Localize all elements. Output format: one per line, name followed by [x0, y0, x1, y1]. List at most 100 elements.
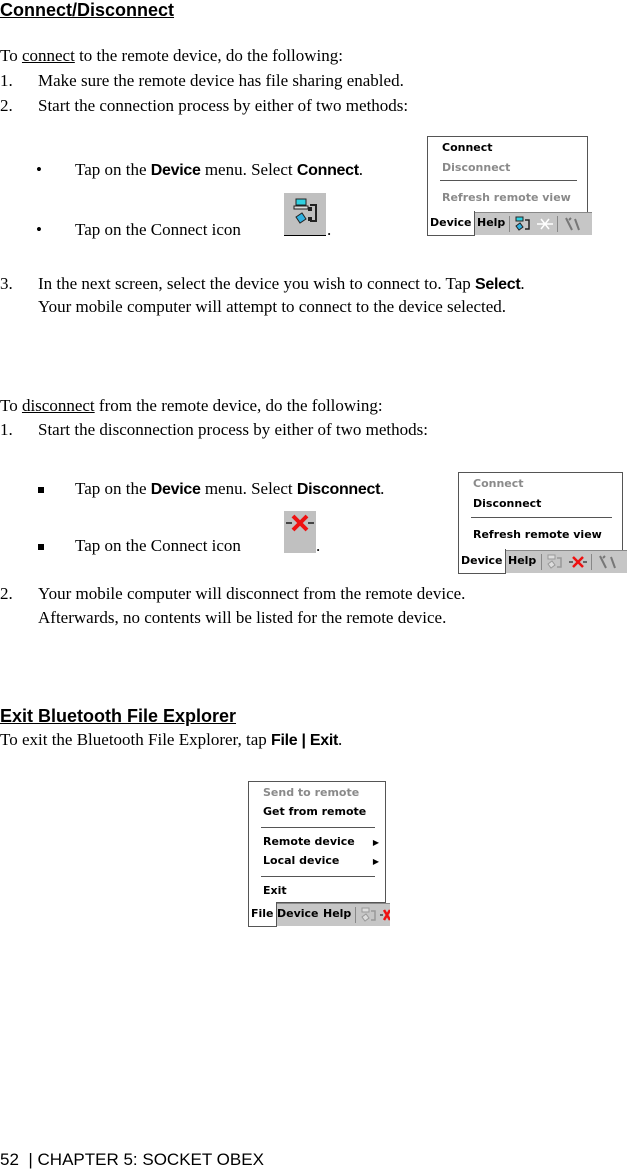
step-text: Start the disconnection process by eithe… — [38, 420, 428, 439]
step-text: Afterwards, no contents will be listed f… — [38, 608, 447, 627]
menu-separator — [471, 517, 612, 518]
intro-prefix: To — [0, 396, 22, 415]
tab-device[interactable]: Device — [427, 211, 475, 236]
disconnect-toolbar-icon[interactable] — [536, 216, 554, 235]
tab-help[interactable]: Help — [506, 551, 538, 573]
tab-help[interactable]: Help — [475, 213, 507, 235]
device-menu-ref: Device — [150, 162, 201, 179]
exit-post: . — [338, 730, 343, 749]
file-menu: Send to remote Get from remote Remote de… — [248, 781, 386, 903]
step-text: Make sure the remote device has file sha… — [38, 71, 404, 90]
menu-separator — [261, 876, 375, 877]
menu-item-get-from-remote[interactable]: Get from remote — [263, 805, 366, 818]
tab-file[interactable]: File — [248, 902, 277, 927]
menu-item-connect[interactable]: Connect — [442, 141, 493, 154]
bullet-text: Tap on the Device menu. Select Connect. — [75, 160, 363, 180]
command-bar: File Device Help — [248, 902, 392, 927]
menu-item-send-to-remote[interactable]: Send to remote — [263, 786, 359, 799]
menu-item-exit[interactable]: Exit — [263, 884, 287, 897]
connect-icon — [284, 193, 326, 236]
bullet-text: Tap on the Device menu. Select Disconnec… — [75, 479, 384, 499]
menu-separator — [440, 180, 577, 181]
bullet-pre: Tap on the — [75, 160, 151, 179]
file-exit-ref: File | Exit — [271, 732, 339, 749]
tab-device[interactable]: Device — [458, 549, 506, 574]
bullet-pre: Tap on the Connect icon — [75, 220, 241, 239]
device-menu: Connect Disconnect Refresh remote view — [427, 136, 588, 213]
disconnect-toolbar-icon[interactable] — [568, 554, 588, 573]
menu-item-connect[interactable]: Connect — [473, 477, 524, 490]
connect-term: connect — [21, 46, 75, 65]
toolbar-separator — [355, 907, 356, 923]
device-menu-screenshot-disconnect: Connect Disconnect Refresh remote view D… — [458, 467, 627, 574]
intro-suffix: from the remote device, do the following… — [94, 396, 383, 415]
menu-item-refresh-remote-view[interactable]: Refresh remote view — [473, 528, 602, 541]
command-bar: Device Help — [458, 549, 627, 574]
step-number: 3. — [0, 274, 13, 293]
device-menu-screenshot-connect: Connect Disconnect Refresh remote view D… — [427, 131, 592, 236]
exit-text: To exit the Bluetooth File Explorer, tap — [0, 730, 272, 749]
step-text: In the next screen, select the device yo… — [38, 274, 525, 294]
step-number: 2. — [0, 96, 13, 115]
bullet-post: . — [316, 536, 321, 555]
select-ref: Select — [475, 276, 521, 293]
disconnect-toolbar-icon[interactable] — [380, 907, 392, 926]
toolbar-separator — [541, 554, 542, 570]
menu-item-disconnect[interactable]: Disconnect — [473, 497, 541, 510]
connect-intro: To connect to the remote device, do the … — [0, 46, 343, 66]
bullet-post: . — [327, 220, 332, 239]
toolbar-separator — [557, 216, 558, 232]
step-number: 1. — [0, 71, 13, 90]
step-text: Your mobile computer will disconnect fro… — [38, 584, 466, 603]
bullet-post: . — [380, 479, 385, 498]
file-menu-screenshot: Send to remote Get from remote Remote de… — [248, 778, 392, 927]
disconnect-icon — [284, 511, 316, 553]
section-heading-connect-disconnect: Connect/Disconnect — [0, 0, 175, 20]
intro-prefix: To — [0, 46, 22, 65]
bullet-text: Tap on the Connect icon — [75, 220, 241, 240]
menu-item-refresh-remote-view[interactable]: Refresh remote view — [442, 191, 571, 204]
tool-icon[interactable] — [563, 216, 589, 235]
device-menu: Connect Disconnect Refresh remote view — [458, 472, 623, 551]
connect-toolbar-icon[interactable] — [514, 216, 532, 235]
toolbar-separator — [509, 216, 510, 232]
bullet-square — [38, 544, 44, 550]
bullet-dot: • — [36, 220, 42, 239]
bullet-square — [38, 487, 44, 493]
menu-item-remote-device[interactable]: Remote device — [263, 835, 355, 848]
menu-item-local-device[interactable]: Local device — [263, 854, 339, 867]
section-heading-exit: Exit Bluetooth File Explorer — [0, 706, 237, 726]
bullet-text: Tap on the Connect icon — [75, 536, 241, 555]
bullet-pre: Tap on the — [75, 479, 151, 498]
submenu-arrow-icon: ▶ — [372, 838, 379, 847]
page-footer: 52 | CHAPTER 5: SOCKET OBEX — [0, 1150, 264, 1170]
tab-help[interactable]: Help — [321, 904, 353, 926]
disconnect-ref: Disconnect — [296, 481, 381, 498]
step3-text: In the next screen, select the device yo… — [38, 274, 476, 293]
step-number: 1. — [0, 420, 13, 439]
disconnect-intro: To disconnect from the remote device, do… — [0, 396, 383, 416]
intro-suffix: to the remote device, do the following: — [74, 46, 343, 65]
step-text: Start the connection process by either o… — [38, 96, 409, 115]
bullet-post: . — [358, 160, 364, 179]
menu-separator — [261, 827, 375, 828]
submenu-arrow-icon: ▶ — [372, 857, 379, 866]
tool-icon[interactable] — [597, 554, 623, 573]
step-number: 2. — [0, 584, 13, 603]
command-bar: Device Help — [427, 211, 592, 236]
bullet-mid: menu. Select — [200, 479, 297, 498]
menu-item-disconnect[interactable]: Disconnect — [442, 161, 510, 174]
chapter-title: | CHAPTER 5: SOCKET OBEX — [28, 1150, 264, 1169]
step-text: Your mobile computer will attempt to con… — [38, 297, 507, 316]
exit-instructions: To exit the Bluetooth File Explorer, tap… — [0, 730, 342, 750]
bullet-dot: • — [36, 160, 42, 179]
bullet-mid: menu. Select — [200, 160, 297, 179]
step3-post: . — [520, 274, 525, 293]
connect-toolbar-icon[interactable] — [360, 907, 378, 926]
disconnect-term: disconnect — [21, 396, 95, 415]
connect-toolbar-icon[interactable] — [546, 554, 564, 573]
page-number: 52 — [0, 1150, 19, 1169]
toolbar-separator — [591, 554, 592, 570]
tab-device[interactable]: Device — [275, 904, 321, 926]
device-menu-ref: Device — [150, 481, 201, 498]
